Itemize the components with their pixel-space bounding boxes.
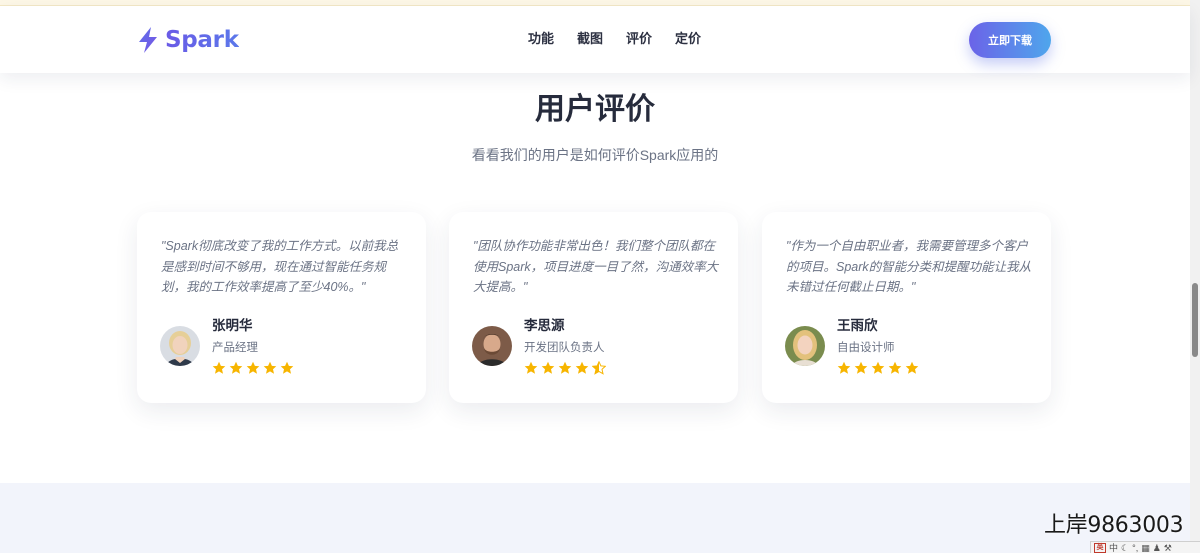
star-icon (524, 361, 538, 374)
star-icon (263, 361, 277, 374)
star-icon (558, 361, 572, 374)
nav-item-reviews[interactable]: 评价 (626, 30, 652, 48)
star-icon (212, 361, 226, 374)
reviewer-role: 产品经理 (212, 342, 258, 354)
star-rating (212, 361, 294, 375)
scrollbar-thumb[interactable] (1192, 283, 1198, 357)
star-icon (871, 361, 885, 374)
testimonial-list: "Spark彻底改变了我的工作方式。以前我总是感到时间不够用，现在通过智能任务规… (137, 212, 1051, 403)
star-icon (541, 361, 555, 374)
reviewer-name: 张明华 (212, 318, 253, 333)
star-icon (905, 361, 919, 374)
star-rating (524, 361, 606, 375)
reviewer-name: 王雨欣 (837, 318, 878, 333)
user-avatar-image (472, 326, 512, 366)
lightning-bolt-icon (139, 27, 157, 53)
avatar (160, 326, 200, 366)
download-now-button[interactable]: 立即下载 (969, 22, 1051, 58)
star-rating (837, 361, 919, 375)
ime-mode-label[interactable]: 中 (1109, 543, 1118, 553)
overlay-text: 上岸9863003 (1044, 513, 1184, 538)
star-icon (575, 361, 589, 374)
reviewer-role: 开发团队负责人 (524, 342, 605, 354)
avatar (785, 326, 825, 366)
nav-item-pricing[interactable]: 定价 (675, 30, 701, 48)
section-subtitle: 看看我们的用户是如何评价Spark应用的 (471, 147, 719, 163)
nav-item-features[interactable]: 功能 (528, 30, 554, 48)
star-icon (229, 361, 243, 374)
page-scrollbar[interactable] (1190, 0, 1200, 553)
wrench-icon[interactable]: ⚒ (1164, 543, 1172, 553)
ime-logo-icon[interactable]: 英 (1094, 542, 1106, 553)
next-section-background (0, 483, 1190, 553)
testimonial-quote: "Spark彻底改变了我的工作方式。以前我总是感到时间不够用，现在通过智能任务规… (161, 239, 399, 294)
punctuation-icon[interactable]: °, (1132, 543, 1138, 553)
reviewer-name: 李思源 (524, 318, 565, 333)
star-icon (837, 361, 851, 374)
testimonial-card: "Spark彻底改变了我的工作方式。以前我总是感到时间不够用，现在通过智能任务规… (137, 212, 426, 403)
star-icon (280, 361, 294, 374)
site-header: Spark 功能 截图 评价 定价 立即下载 (0, 6, 1190, 73)
logo-text: Spark (165, 27, 239, 53)
logo-link[interactable]: Spark (137, 26, 239, 54)
user-icon[interactable]: ♟ (1153, 543, 1161, 553)
testimonial-card: "团队协作功能非常出色！我们整个团队都在使用Spark，项目进度一目了然，沟通效… (449, 212, 738, 403)
main-nav: 功能 截图 评价 定价 (528, 30, 724, 48)
testimonial-card: "作为一个自由职业者，我需要管理多个客户的项目。Spark的智能分类和提醒功能让… (762, 212, 1051, 403)
user-avatar-image (160, 326, 200, 366)
star-icon (246, 361, 260, 374)
user-avatar-image (785, 326, 825, 366)
star-icon (854, 361, 868, 374)
moon-icon[interactable]: ☾ (1121, 543, 1129, 553)
reviewer-role: 自由设计师 (837, 342, 895, 354)
nav-item-screenshots[interactable]: 截图 (577, 30, 603, 48)
keyboard-icon[interactable]: ▦ (1141, 543, 1150, 553)
section-title: 用户评价 (535, 92, 655, 127)
avatar (472, 326, 512, 366)
testimonial-quote: "作为一个自由职业者，我需要管理多个客户的项目。Spark的智能分类和提醒功能让… (786, 239, 1032, 294)
star-icon (888, 361, 902, 374)
half-star-icon (592, 361, 606, 375)
ime-toolbar[interactable]: 英 中 ☾ °, ▦ ♟ ⚒ (1090, 541, 1200, 553)
testimonial-quote: "团队协作功能非常出色！我们整个团队都在使用Spark，项目进度一目了然，沟通效… (473, 239, 719, 294)
